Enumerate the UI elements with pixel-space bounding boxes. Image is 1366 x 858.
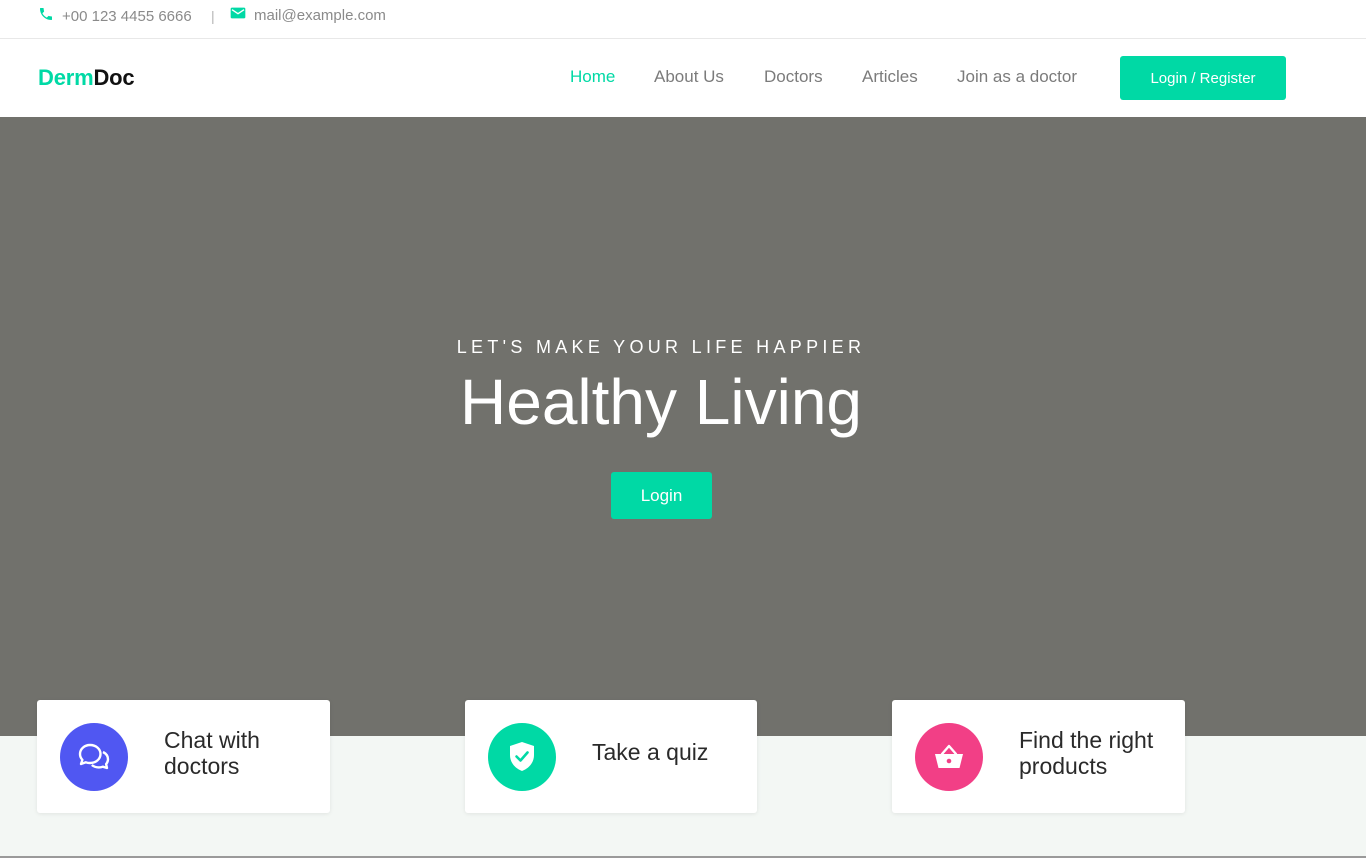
nav-articles[interactable]: Articles: [862, 67, 918, 87]
feature-card-quiz[interactable]: Take a quiz: [465, 700, 757, 813]
feature-label-chat: Chat with doctors: [164, 727, 260, 779]
feature-label-quiz: Take a quiz: [592, 739, 709, 765]
phone-number: +00 123 4455 6666: [62, 7, 192, 25]
feature-card-chat[interactable]: Chat with doctors: [37, 700, 330, 813]
hero-login-button[interactable]: Login: [611, 472, 712, 519]
shield-check-icon: [488, 723, 556, 791]
feature-label-products: Find the right products: [1019, 727, 1153, 779]
nav-home[interactable]: Home: [570, 67, 615, 87]
phone-contact[interactable]: +00 123 4455 6666: [38, 6, 192, 26]
contact-separator: |: [211, 8, 215, 24]
hero-kicker: LET'S MAKE YOUR LIFE HAPPIER: [456, 337, 866, 357]
email-address: mail@example.com: [254, 6, 386, 24]
logo-part-doc: Doc: [93, 65, 135, 90]
feature-card-products[interactable]: Find the right products: [892, 700, 1185, 813]
email-contact[interactable]: mail@example.com: [230, 6, 386, 24]
feature-label-products-line1: Find the right: [1019, 727, 1154, 753]
hero-section: LET'S MAKE YOUR LIFE HAPPIER Healthy Liv…: [0, 117, 1366, 736]
hero-headline: Healthy Living: [460, 366, 862, 438]
chat-icon: [60, 723, 128, 791]
nav-join-as-doctor[interactable]: Join as a doctor: [957, 67, 1077, 87]
nav-about-us[interactable]: About Us: [654, 67, 724, 87]
mail-icon: [230, 6, 254, 24]
logo-part-derm: Derm: [38, 65, 94, 90]
site-logo[interactable]: DermDoc: [38, 65, 135, 91]
nav-doctors[interactable]: Doctors: [764, 67, 823, 87]
basket-icon: [915, 723, 983, 791]
feature-label-chat-line2: doctors: [164, 753, 240, 779]
main-navbar: DermDoc Home About Us Doctors Articles J…: [0, 39, 1366, 117]
login-register-button[interactable]: Login / Register: [1120, 56, 1286, 100]
top-contact-bar: +00 123 4455 6666 | mail@example.com: [0, 0, 1366, 39]
phone-icon: [38, 6, 62, 26]
feature-label-chat-line1: Chat with: [164, 727, 260, 753]
feature-label-products-line2: products: [1019, 753, 1108, 779]
